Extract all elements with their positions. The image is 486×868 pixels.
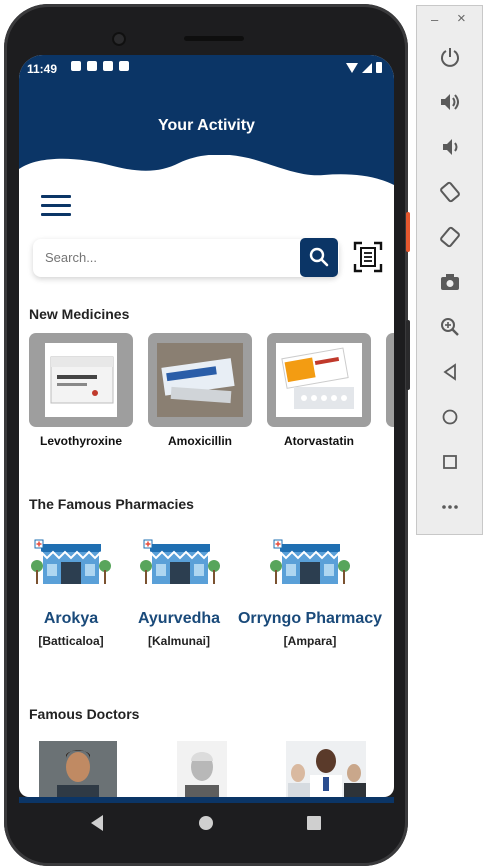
search-button[interactable] bbox=[300, 238, 338, 277]
rotate-right-button[interactable] bbox=[433, 222, 467, 252]
front-camera bbox=[112, 32, 126, 46]
medicine-image bbox=[276, 343, 362, 417]
side-volume-button[interactable] bbox=[406, 320, 410, 390]
pharmacy-store-icon[interactable] bbox=[31, 538, 111, 588]
phone-top bbox=[104, 22, 314, 54]
medicine-box-image bbox=[157, 343, 243, 417]
header-cloud-shape bbox=[19, 155, 394, 235]
medicine-box-image bbox=[276, 343, 362, 417]
emulator-panel-header: – × bbox=[417, 10, 482, 30]
back-icon bbox=[443, 363, 456, 381]
medicine-card[interactable] bbox=[29, 333, 133, 427]
pharmacy-location: [Batticaloa] bbox=[38, 634, 104, 648]
medicine-card[interactable] bbox=[267, 333, 371, 427]
shield-icon bbox=[103, 61, 113, 71]
app-screen: 11:49 Your Activity New Me bbox=[19, 55, 394, 797]
medicine-image bbox=[45, 343, 117, 417]
rotate-right-icon bbox=[440, 226, 460, 248]
sd-card-icon bbox=[119, 61, 129, 71]
medicine-name: Amoxicillin bbox=[167, 434, 232, 448]
volume-up-icon bbox=[441, 94, 459, 110]
zoom-button[interactable] bbox=[433, 312, 467, 342]
earpiece-speaker bbox=[184, 36, 244, 41]
search-input[interactable] bbox=[43, 249, 277, 266]
volume-up-button[interactable] bbox=[433, 87, 467, 117]
a-icon bbox=[87, 61, 97, 71]
pharmacy-name[interactable]: Arokya bbox=[21, 610, 121, 628]
power-icon bbox=[441, 48, 459, 67]
medicine-card[interactable] bbox=[148, 333, 252, 427]
search-icon bbox=[309, 247, 329, 267]
overview-button[interactable] bbox=[433, 447, 467, 477]
home-button[interactable] bbox=[433, 402, 467, 432]
hamburger-menu-icon[interactable] bbox=[41, 195, 71, 217]
medicine-name: Levothyroxine bbox=[39, 434, 123, 448]
screenshot-button[interactable] bbox=[433, 267, 467, 297]
doctor-photo[interactable] bbox=[286, 741, 366, 797]
page-title: Your Activity bbox=[158, 117, 255, 134]
pharmacy-name[interactable]: Ayurvedha bbox=[129, 610, 229, 628]
home-icon bbox=[442, 409, 458, 425]
power-button[interactable] bbox=[433, 42, 467, 72]
signal-icon bbox=[362, 62, 372, 73]
doctor-photo[interactable] bbox=[39, 741, 117, 797]
nav-back-icon[interactable] bbox=[91, 815, 103, 831]
more-button[interactable] bbox=[433, 492, 467, 522]
overview-icon bbox=[443, 455, 457, 469]
status-icons bbox=[71, 61, 129, 71]
pharmacy-location: [Ampara] bbox=[283, 634, 337, 648]
medicine-card-partial[interactable] bbox=[386, 333, 394, 427]
status-bar: 11:49 bbox=[19, 55, 394, 83]
nav-home-icon[interactable] bbox=[199, 816, 213, 830]
wifi-icon bbox=[346, 62, 358, 73]
search-bar bbox=[33, 239, 339, 277]
section-title-famous-doctors: Famous Doctors bbox=[29, 706, 140, 722]
minimize-button[interactable]: – bbox=[431, 12, 438, 27]
pharmacy-store-icon[interactable] bbox=[140, 538, 220, 588]
section-title-famous-pharmacies: The Famous Pharmacies bbox=[29, 496, 194, 512]
settings-icon bbox=[71, 61, 81, 71]
close-button[interactable]: × bbox=[457, 10, 466, 27]
pharmacy-location: [Kalmunai] bbox=[147, 634, 210, 648]
back-button[interactable] bbox=[433, 357, 467, 387]
scan-icon[interactable] bbox=[353, 241, 383, 273]
battery-icon bbox=[376, 62, 382, 73]
more-icon bbox=[442, 505, 458, 509]
medicine-image bbox=[157, 343, 243, 417]
volume-down-button[interactable] bbox=[433, 132, 467, 162]
emulator-control-panel: – × bbox=[416, 5, 483, 535]
rotate-left-button[interactable] bbox=[433, 177, 467, 207]
pharmacy-name[interactable]: Orryngo Pharmacy bbox=[235, 610, 385, 628]
camera-icon bbox=[441, 274, 459, 290]
side-power-button[interactable] bbox=[406, 212, 410, 252]
rotate-left-icon bbox=[440, 181, 460, 203]
pharmacy-store-icon[interactable] bbox=[270, 538, 350, 588]
section-title-new-medicines: New Medicines bbox=[29, 306, 130, 322]
nav-recents-icon[interactable] bbox=[307, 816, 321, 830]
doctor-photo[interactable] bbox=[177, 741, 227, 797]
status-right bbox=[346, 62, 382, 73]
medicine-name: Atorvastatin bbox=[283, 434, 354, 448]
status-time: 11:49 bbox=[27, 62, 58, 76]
volume-down-icon bbox=[443, 139, 458, 155]
android-nav-buttons bbox=[91, 815, 321, 831]
zoom-icon bbox=[441, 318, 459, 336]
medicine-box-image bbox=[50, 356, 114, 404]
